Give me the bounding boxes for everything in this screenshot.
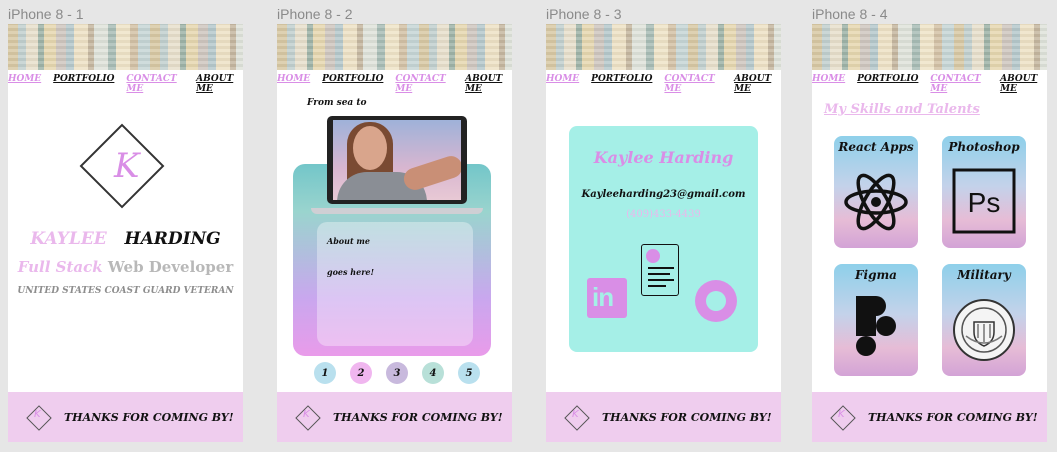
laptop-photo [327,116,467,206]
github-icon[interactable] [695,280,737,322]
pagination: 1 2 3 4 5 [314,362,480,384]
role-title: Full Stack Web Developer [8,258,243,276]
artboard-portfolio: HOME PORTFOLIO CONTACT ME ABOUT ME From … [277,24,512,442]
artboard-title-2: iPhone 8 - 2 [277,6,353,22]
nav-contact[interactable]: CONTACT ME [930,74,988,94]
footer: K THANKS FOR COMING BY! [277,392,512,442]
page-button-1[interactable]: 1 [314,362,336,384]
nav-about[interactable]: ABOUT ME [1000,74,1047,94]
laptop-base [311,208,483,214]
about-line-2: goes here! [327,267,375,277]
footer-logo-letter: K [34,409,41,420]
nav-home[interactable]: HOME [277,74,310,94]
contact-email[interactable]: Kayleeharding23@gmail.com [569,189,758,200]
footer-logo-icon: K [26,405,50,429]
nav-contact[interactable]: CONTACT ME [664,74,722,94]
footer-text: THANKS FOR COMING BY! [333,410,503,424]
footer-text: THANKS FOR COMING BY! [868,410,1038,424]
skill-tile-figma[interactable]: Figma [834,264,918,376]
artboard-about: HOME PORTFOLIO CONTACT ME ABOUT ME My Sk… [812,24,1047,442]
nav-about[interactable]: ABOUT ME [465,74,512,94]
nav-portfolio[interactable]: PORTFOLIO [322,74,383,94]
nav-bar: HOME PORTFOLIO CONTACT ME ABOUT ME [812,74,1047,94]
nav-contact[interactable]: CONTACT ME [395,74,453,94]
first-name: KAYLEE [30,229,107,249]
profile-photo [333,120,461,200]
page-button-4[interactable]: 4 [422,362,444,384]
role-part-a: Full Stack [17,258,103,276]
nav-portfolio[interactable]: PORTFOLIO [53,74,114,94]
footer-logo-icon: K [295,405,319,429]
nav-home[interactable]: HOME [546,74,579,94]
nav-contact[interactable]: CONTACT ME [126,74,184,94]
nav-bar: HOME PORTFOLIO CONTACT ME ABOUT ME [546,74,781,94]
footer: K THANKS FOR COMING BY! [8,392,243,442]
page-button-5[interactable]: 5 [458,362,480,384]
full-name: KAYLEE HARDING [8,229,243,249]
coast-guard-seal-icon [953,299,1015,361]
artboard-title-4: iPhone 8 - 4 [812,6,888,22]
footer-text: THANKS FOR COMING BY! [64,410,234,424]
footer-logo-letter: K [303,409,310,420]
skill-tile-react[interactable]: React Apps [834,136,918,248]
linkedin-icon[interactable]: in [587,278,627,318]
role-part-b: Web Developer [107,258,234,276]
nav-bar: HOME PORTFOLIO CONTACT ME ABOUT ME [8,74,243,94]
skills-title: My Skills and Talents [824,102,980,117]
logo-letter: K [114,146,140,186]
skill-label: Figma [855,268,897,282]
artboard-title-1: iPhone 8 - 1 [8,6,84,22]
footer-logo-letter: K [838,409,845,420]
footer: K THANKS FOR COMING BY! [546,392,781,442]
nav-about[interactable]: ABOUT ME [734,74,781,94]
nav-about[interactable]: ABOUT ME [196,74,243,94]
sea-text: From sea to [307,98,367,108]
skill-tile-military[interactable]: Military [942,264,1026,376]
skill-tile-photoshop[interactable]: Photoshop Ps [942,136,1026,248]
figma-icon [856,296,896,356]
skill-label: Military [957,268,1011,282]
nav-bar: HOME PORTFOLIO CONTACT ME ABOUT ME [277,74,512,94]
contact-phone[interactable]: (409)433-4439 [569,209,758,220]
footer-logo-letter: K [572,409,579,420]
nav-portfolio[interactable]: PORTFOLIO [591,74,652,94]
react-icon [844,173,908,231]
footer-logo-icon: K [830,405,854,429]
k-logo: K [79,123,165,209]
last-name: HARDING [124,229,221,249]
header-banner [277,24,512,70]
header-banner [812,24,1047,70]
artboard-contact: HOME PORTFOLIO CONTACT ME ABOUT ME Kayle… [546,24,781,442]
photoshop-glyph: Ps [968,187,1001,218]
footer-logo-icon: K [564,405,588,429]
veteran-line: UNITED STATES COAST GUARD VETERAN [17,286,234,296]
photoshop-icon: Ps [952,168,1016,234]
artboard-home: HOME PORTFOLIO CONTACT ME ABOUT ME K KAY… [8,24,243,442]
nav-home[interactable]: HOME [8,74,41,94]
contact-card: Kaylee Harding Kayleeharding23@gmail.com… [569,126,758,352]
footer: K THANKS FOR COMING BY! [812,392,1047,442]
footer-text: THANKS FOR COMING BY! [602,410,772,424]
nav-portfolio[interactable]: PORTFOLIO [857,74,918,94]
artboard-title-3: iPhone 8 - 3 [546,6,622,22]
skill-label: React Apps [838,140,914,154]
about-line-1: About me [327,236,370,246]
header-banner [8,24,243,70]
nav-home[interactable]: HOME [812,74,845,94]
header-banner [546,24,781,70]
resume-icon[interactable] [641,244,679,296]
page-button-3[interactable]: 3 [386,362,408,384]
page-button-2[interactable]: 2 [350,362,372,384]
contact-name: Kaylee Harding [593,148,734,167]
skill-label: Photoshop [948,140,1020,154]
laptop-screen [327,116,467,204]
